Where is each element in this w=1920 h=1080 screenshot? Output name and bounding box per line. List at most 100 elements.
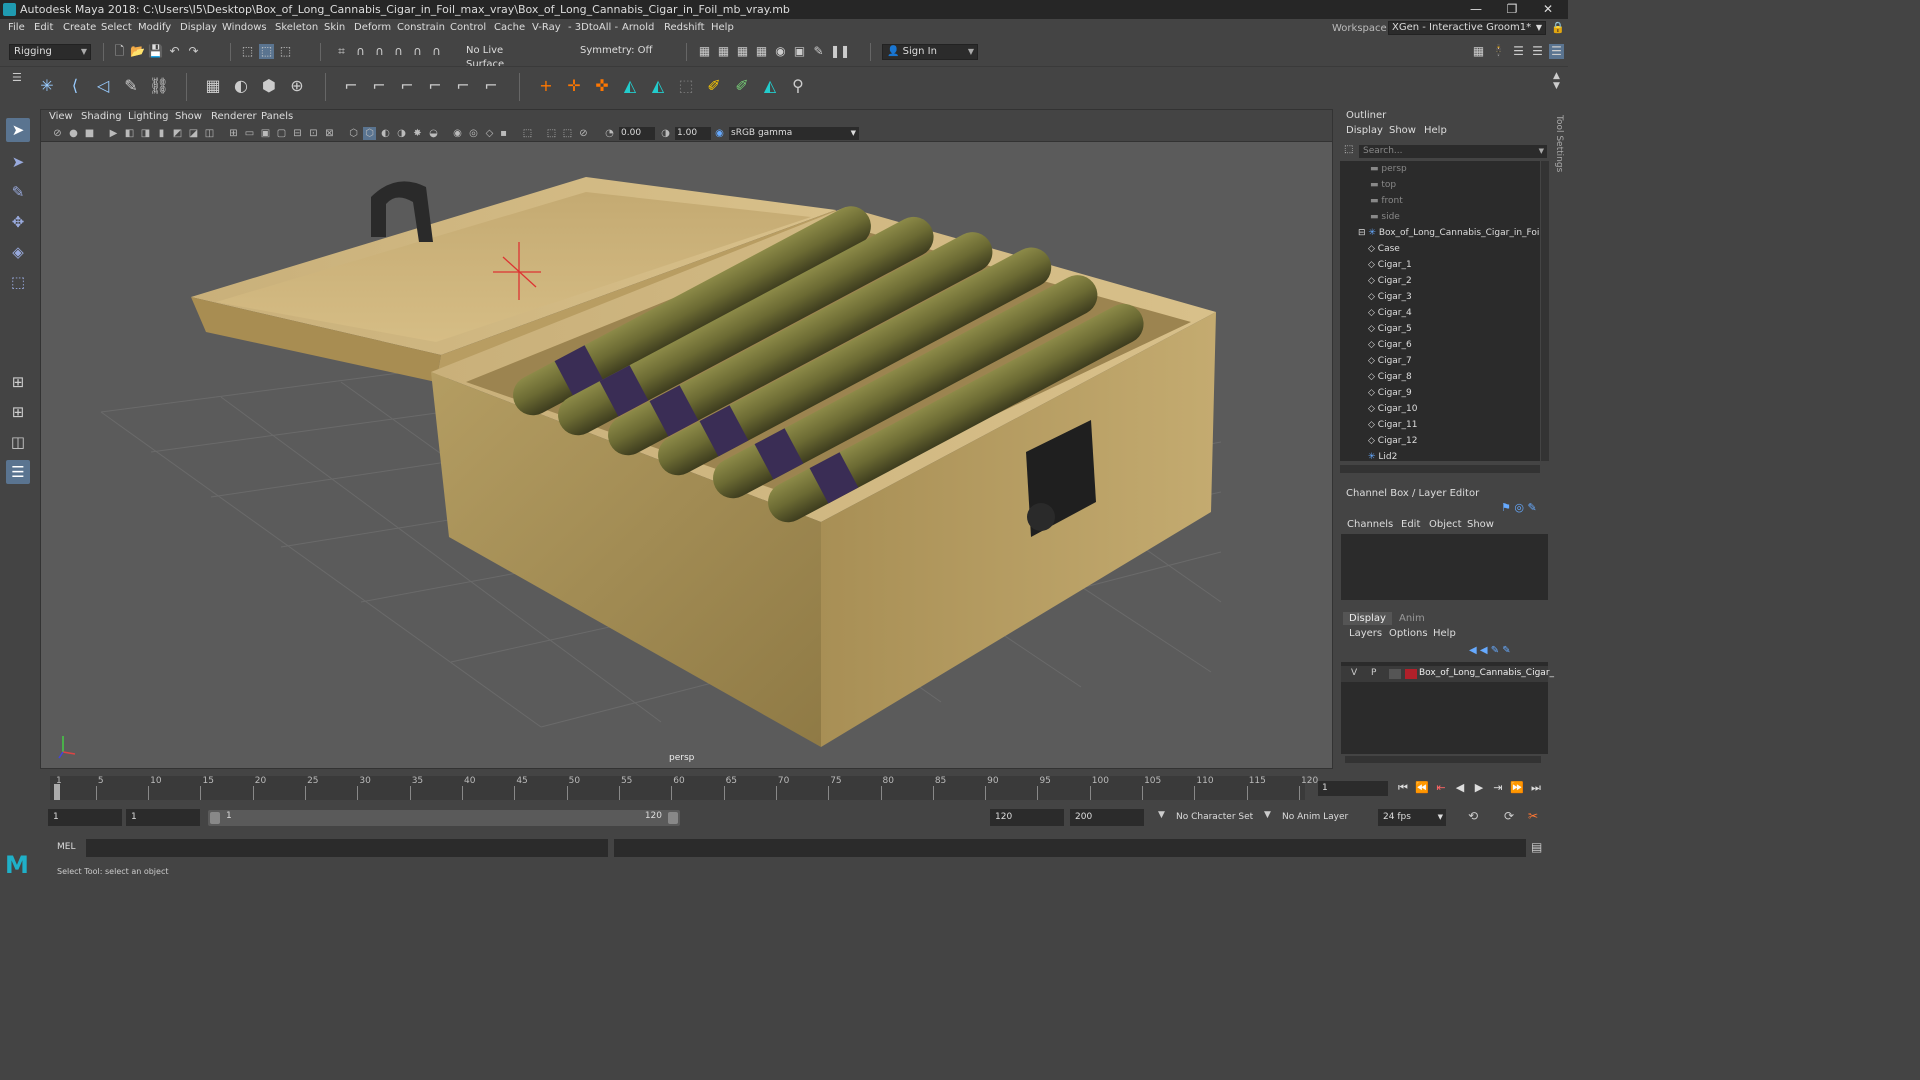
locator-icon[interactable]: + — [535, 75, 557, 97]
ik-handle-icon[interactable]: ⟨ — [64, 75, 86, 97]
pin-tool-icon[interactable]: ⚲ — [787, 75, 809, 97]
restore-button[interactable]: ❐ — [1494, 0, 1530, 19]
layer-tool-icons[interactable]: ◀ ◀ ✎ ✎ — [1469, 645, 1511, 656]
live-surface-field[interactable]: No Live Surface — [462, 44, 542, 70]
chevron-down-icon[interactable]: ▼ — [1264, 810, 1271, 820]
menu-windows[interactable]: Windows — [222, 19, 267, 36]
copy-weights-icon[interactable]: ✐ — [731, 75, 753, 97]
playback-start-field[interactable]: 1 — [126, 809, 200, 826]
render-frame-icon[interactable]: ▦ — [735, 44, 750, 59]
ik-spline-icon[interactable]: ◁ — [92, 75, 114, 97]
viewport-menu-panels[interactable]: Panels — [261, 111, 293, 122]
menu-skin[interactable]: Skin — [324, 19, 345, 36]
outliner-item[interactable]: ◇ Cigar_5 — [1368, 321, 1540, 337]
auto-key-icon[interactable]: ⟳ — [1504, 809, 1514, 823]
range-end-handle[interactable] — [668, 812, 678, 824]
layer-visibility-toggle[interactable]: V — [1351, 668, 1357, 678]
outliner-item[interactable]: ◇ Cigar_9 — [1368, 385, 1540, 401]
command-input[interactable] — [86, 839, 608, 857]
snap-edge-icon[interactable]: ∩ — [429, 44, 444, 59]
outliner-filter-icon[interactable]: ⬚ — [1344, 144, 1353, 155]
lattice-icon[interactable]: ▦ — [202, 75, 224, 97]
menu-file[interactable]: File — [8, 19, 25, 36]
snap-curve-icon[interactable]: ∩ — [353, 44, 368, 59]
xray-icon[interactable]: ⬡ — [347, 127, 360, 140]
wireframe-on-shaded-icon[interactable]: ▢ — [275, 127, 288, 140]
set-key-icon[interactable]: ✛ — [563, 75, 585, 97]
select-component-icon[interactable]: ⬚ — [278, 44, 293, 59]
outliner-item[interactable]: ◇ Cigar_12 — [1368, 433, 1540, 449]
outliner-item[interactable]: ◇ Cigar_6 — [1368, 337, 1540, 353]
animation-end-field[interactable]: 200 — [1070, 809, 1144, 826]
layer-playback-toggle[interactable]: P — [1371, 668, 1376, 678]
camera-select-icon[interactable]: ⊘ — [51, 127, 64, 140]
camera-attr-icon[interactable]: ● — [67, 127, 80, 140]
script-editor-icon[interactable]: ▤ — [1531, 840, 1542, 854]
minimize-button[interactable]: — — [1458, 0, 1494, 19]
scale-tool-icon[interactable]: ⬚ — [6, 270, 30, 294]
outliner-item[interactable]: ◇ Cigar_8 — [1368, 369, 1540, 385]
single-pane-layout-icon[interactable]: ⊞ — [6, 370, 30, 394]
snap-point-icon[interactable]: ∩ — [372, 44, 387, 59]
mirror-weights-icon[interactable]: ◭ — [759, 75, 781, 97]
play-forward-icon[interactable]: ▶ — [1472, 780, 1486, 796]
empty-slot-icon[interactable]: ⬚ — [675, 75, 697, 97]
redo-icon[interactable]: ↷ — [186, 44, 201, 59]
outliner-item[interactable]: ✳ Lid2 — [1368, 449, 1540, 461]
xray-joints-icon[interactable]: ⬡ — [363, 127, 376, 140]
render-view-icon[interactable]: ▦ — [716, 44, 731, 59]
bookmark-icon[interactable]: ■ — [83, 127, 96, 140]
layer-row[interactable]: V P Box_of_Long_Cannabis_Cigar_ — [1341, 666, 1554, 682]
grid-toggle-icon[interactable]: ▮ — [155, 127, 168, 140]
lasso-tool-icon[interactable]: ➤ — [6, 150, 30, 174]
shadows-icon[interactable]: ⊠ — [323, 127, 336, 140]
outliner-item[interactable]: ◇ Cigar_10 — [1368, 401, 1540, 417]
smooth-shade-icon[interactable]: ▭ — [243, 127, 256, 140]
paint-select-icon[interactable]: ✎ — [6, 180, 30, 204]
current-time-indicator[interactable] — [54, 784, 60, 800]
menu-edit[interactable]: Edit — [34, 19, 53, 36]
open-scene-icon[interactable]: 📂 — [130, 44, 145, 59]
textured-icon[interactable]: ⊟ — [291, 127, 304, 140]
channel-box-icons[interactable]: ⚑ ◎ ✎ — [1501, 501, 1537, 514]
go-to-end-icon[interactable]: ⏭ — [1529, 780, 1543, 796]
four-pane-layout-icon[interactable]: ⊞ — [6, 400, 30, 424]
select-object-icon[interactable]: ⬚ — [259, 44, 274, 59]
layer-menu-layers[interactable]: Layers — [1349, 628, 1382, 639]
color-management-icon[interactable]: ◉ — [713, 127, 726, 140]
render-setup-icon[interactable]: ▣ — [792, 44, 807, 59]
default-material-icon[interactable]: ▣ — [259, 127, 272, 140]
channel-box-area[interactable] — [1341, 534, 1548, 600]
light-editor-icon[interactable]: ✎ — [811, 44, 826, 59]
pause-viewport-icon[interactable]: ❚❚ — [830, 44, 850, 59]
step-forward-frame-icon[interactable]: ⇥ — [1491, 780, 1505, 796]
select-tool-icon[interactable]: ➤ — [6, 118, 30, 142]
outliner-item[interactable]: ◇ Cigar_7 — [1368, 353, 1540, 369]
channel-menu-object[interactable]: Object — [1429, 519, 1462, 530]
use-lights-icon[interactable]: ⊡ — [307, 127, 320, 140]
pole-vector-icon[interactable]: ⌐ — [480, 75, 502, 97]
gamma-icon[interactable]: ◑ — [659, 127, 672, 140]
close-button[interactable]: ✕ — [1530, 0, 1566, 19]
menu-vray[interactable]: V-Ray — [532, 19, 561, 36]
xray-active-icon[interactable]: ⬚ — [521, 127, 534, 140]
outliner-item[interactable]: ▬ side — [1370, 209, 1540, 225]
two-pane-layout-icon[interactable]: ◫ — [6, 430, 30, 454]
create-joint-icon[interactable]: ✳ — [36, 75, 58, 97]
tab-display[interactable]: Display — [1343, 612, 1392, 625]
channel-box-icon[interactable]: ☰ — [1549, 44, 1564, 59]
tool-settings-tab[interactable]: Tool Settings — [1552, 109, 1568, 309]
script-language-label[interactable]: MEL — [57, 842, 75, 852]
menu-redshift[interactable]: Redshift — [664, 19, 705, 36]
outliner-menu-display[interactable]: Display — [1346, 125, 1383, 136]
outliner-item[interactable]: ◇ Cigar_1 — [1368, 257, 1540, 273]
menu-deform[interactable]: Deform — [354, 19, 391, 36]
outliner-item[interactable]: ⊟ ✳ Box_of_Long_Cannabis_Cigar_in_Foil — [1358, 225, 1540, 241]
grease-pencil-icon[interactable]: ◨ — [139, 127, 152, 140]
isolate-select-icon[interactable]: ◐ — [379, 127, 392, 140]
menu-skeleton[interactable]: Skeleton — [275, 19, 318, 36]
attribute-editor-icon[interactable]: ☰ — [1511, 44, 1526, 59]
outliner-horizontal-scrollbar[interactable] — [1340, 465, 1540, 473]
layer-name[interactable]: Box_of_Long_Cannabis_Cigar_ — [1419, 668, 1554, 678]
outliner-vertical-scrollbar[interactable] — [1541, 161, 1549, 461]
